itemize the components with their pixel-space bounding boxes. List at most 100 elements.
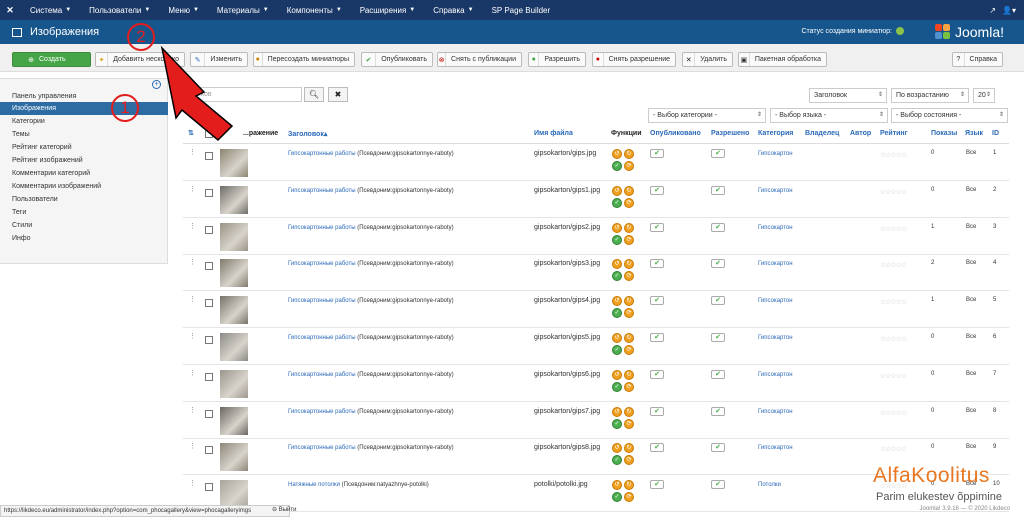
add-multiple-button[interactable]: ✦ Добавить несколько xyxy=(95,52,185,67)
menu-extensions[interactable]: Расширения ▼ xyxy=(350,0,423,20)
published-toggle[interactable]: ✔ xyxy=(650,222,664,232)
publish-button[interactable]: ✔ Опубликовать xyxy=(361,52,433,67)
approved-toggle[interactable]: ✔ xyxy=(711,222,725,232)
sidebar-item-styles[interactable]: Стили xyxy=(0,219,168,232)
approved-toggle[interactable]: ✔ xyxy=(711,185,725,195)
row-checkbox[interactable] xyxy=(205,152,213,160)
approved-toggle[interactable]: ✔ xyxy=(711,333,725,342)
row-checkbox[interactable] xyxy=(205,372,213,381)
menu-help[interactable]: Справка ▼ xyxy=(423,0,481,20)
recreate-thumb-icon[interactable]: ⟳ xyxy=(624,418,634,429)
row-checkbox[interactable] xyxy=(205,446,213,455)
approved-toggle[interactable]: ✔ xyxy=(711,480,725,490)
edit-image-icon[interactable]: ✓ xyxy=(612,492,622,503)
limit-select[interactable]: 20 ⇕ xyxy=(973,88,995,103)
edit-image-icon[interactable]: ✓ xyxy=(612,161,622,171)
recreate-thumb-icon[interactable]: ⟳ xyxy=(624,308,634,319)
row-category-link[interactable]: Гипсокартон xyxy=(758,445,793,451)
menu-components[interactable]: Компоненты ▼ xyxy=(277,0,350,20)
published-toggle[interactable]: ✔ xyxy=(650,333,664,342)
row-title-link[interactable]: Гипсокартонные работы xyxy=(288,335,356,341)
row-title-link[interactable]: Гипсокартонные работы xyxy=(288,225,356,231)
row-category-link[interactable]: Потолки xyxy=(758,482,781,488)
edit-image-icon[interactable]: ✓ xyxy=(612,234,622,245)
clear-button[interactable]: ✖ xyxy=(328,87,348,102)
menu-content[interactable]: Материалы ▼ xyxy=(207,0,277,20)
drag-handle-icon[interactable]: ⋮ xyxy=(189,148,196,156)
published-toggle[interactable]: ✔ xyxy=(650,185,664,195)
image-thumbnail[interactable] xyxy=(220,222,248,251)
recreate-thumb-icon[interactable]: ⟳ xyxy=(624,345,634,355)
row-title-link[interactable]: Натяжные потолки xyxy=(288,482,340,488)
menu-system[interactable]: Система ▼ xyxy=(20,0,79,20)
language-filter[interactable]: - Выбор языка - ⇕ xyxy=(770,108,888,123)
col-author[interactable]: Автор xyxy=(850,130,871,137)
row-checkbox[interactable] xyxy=(205,188,213,197)
recreate-thumb-icon[interactable]: ⟳ xyxy=(624,381,634,392)
image-thumbnail[interactable] xyxy=(220,296,248,325)
image-thumbnail[interactable] xyxy=(220,443,248,472)
rotate-right-icon[interactable]: ↻ xyxy=(624,480,634,491)
row-title-link[interactable]: Гипсокартонные работы xyxy=(288,261,356,267)
rotate-left-icon[interactable]: ↺ xyxy=(612,369,622,380)
sidebar-item-themes[interactable]: Темы xyxy=(0,128,168,141)
row-title-link[interactable]: Гипсокартонные работы xyxy=(288,409,356,415)
row-title-link[interactable]: Гипсокартонные работы xyxy=(288,151,356,157)
approved-toggle[interactable]: ✔ xyxy=(711,149,725,158)
disapprove-button[interactable]: ● Снять разрешение xyxy=(592,52,676,67)
image-thumbnail[interactable] xyxy=(220,406,248,435)
col-rating[interactable]: Рейтинг xyxy=(880,130,908,137)
menu-sp-page-builder[interactable]: SP Page Builder xyxy=(482,0,559,20)
edit-image-icon[interactable]: ✓ xyxy=(612,308,622,319)
rotate-right-icon[interactable]: ↻ xyxy=(624,369,634,380)
row-checkbox[interactable] xyxy=(205,483,213,492)
edit-image-icon[interactable]: ✓ xyxy=(612,381,622,392)
drag-handle-icon[interactable]: ⋮ xyxy=(189,479,196,487)
row-title-link[interactable]: Гипсокартонные работы xyxy=(288,298,356,304)
drag-handle-icon[interactable]: ⋮ xyxy=(189,369,196,377)
col-filename[interactable]: Имя файла xyxy=(534,130,573,137)
search-input[interactable]: ...ков xyxy=(190,87,302,102)
edit-image-icon[interactable]: ✓ xyxy=(612,418,622,429)
state-filter[interactable]: - Выбор состояния - ⇕ xyxy=(891,108,1008,123)
published-toggle[interactable]: ✔ xyxy=(650,406,664,416)
new-button[interactable]: ⊕ Создать xyxy=(12,52,91,67)
recreate-thumbs-button[interactable]: ● Пересоздать миниатюры xyxy=(253,52,355,67)
drag-handle-icon[interactable]: ⋮ xyxy=(189,185,196,193)
sidebar-item-images[interactable]: Изображения xyxy=(0,102,168,115)
unpublish-button[interactable]: ⊗ Снять с публикации xyxy=(437,52,522,67)
sidebar-item-category-rating[interactable]: Рейтинг категорий xyxy=(0,141,168,154)
edit-button[interactable]: ✎ Изменить xyxy=(190,52,248,67)
rotate-right-icon[interactable]: ↻ xyxy=(624,149,634,159)
col-category[interactable]: Категория xyxy=(758,130,793,137)
approved-toggle[interactable]: ✔ xyxy=(711,369,725,379)
image-thumbnail[interactable] xyxy=(220,480,248,509)
recreate-thumb-icon[interactable]: ⟳ xyxy=(624,492,634,503)
rotate-left-icon[interactable]: ↺ xyxy=(612,259,622,270)
drag-handle-icon[interactable]: ⋮ xyxy=(189,222,196,230)
drag-handle-icon[interactable]: ⋮ xyxy=(189,295,196,303)
row-category-link[interactable]: Гипсокартон xyxy=(758,225,793,231)
published-toggle[interactable]: ✔ xyxy=(650,296,664,306)
col-approved[interactable]: Разрешено xyxy=(711,130,749,137)
col-id[interactable]: ID xyxy=(992,130,999,137)
published-toggle[interactable]: ✔ xyxy=(650,149,664,158)
rotate-left-icon[interactable]: ↺ xyxy=(612,222,622,233)
rotate-right-icon[interactable]: ↻ xyxy=(624,185,634,196)
sidebar-item-users[interactable]: Пользователи xyxy=(0,193,168,206)
row-title-link[interactable]: Гипсокартонные работы xyxy=(288,372,356,378)
search-button[interactable]: 🔍︎ xyxy=(304,87,324,102)
delete-button[interactable]: ✕ Удалить xyxy=(682,52,733,67)
col-owner[interactable]: Владелец xyxy=(805,130,839,137)
recreate-thumb-icon[interactable]: ⟳ xyxy=(624,161,634,171)
rotate-right-icon[interactable]: ↻ xyxy=(624,296,634,307)
edit-image-icon[interactable]: ✓ xyxy=(612,455,622,466)
recreate-thumb-icon[interactable]: ⟳ xyxy=(624,197,634,208)
sidebar-item-tags[interactable]: Теги xyxy=(0,206,168,219)
direction-select[interactable]: По возрастанию ⇕ xyxy=(891,88,969,103)
row-checkbox[interactable] xyxy=(205,299,213,308)
row-title-link[interactable]: Гипсокартонные работы xyxy=(288,445,356,451)
collapse-sidebar-icon[interactable]: + xyxy=(152,80,161,89)
col-published[interactable]: Опубликовано xyxy=(650,130,701,137)
menu-users[interactable]: Пользователи ▼ xyxy=(79,0,158,20)
